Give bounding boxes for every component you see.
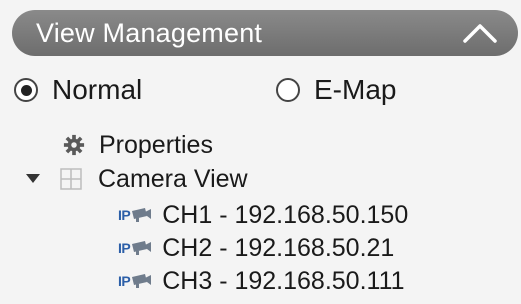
collapse-button[interactable] bbox=[460, 13, 500, 53]
radio-normal-label: Normal bbox=[52, 74, 143, 105]
camera-icon bbox=[132, 241, 152, 255]
triangle-down-icon[interactable] bbox=[26, 174, 40, 184]
radio-emap-indicator[interactable] bbox=[276, 78, 300, 102]
view-mode-selector: Normal E-Map bbox=[14, 70, 494, 110]
tree-item-channel-3[interactable]: IP CH3 - 192.168.50.111 bbox=[118, 264, 405, 298]
channel-label: CH1 - 192.168.50.150 bbox=[162, 200, 409, 229]
view-management-header[interactable]: View Management bbox=[12, 10, 518, 56]
channel-label: CH3 - 192.168.50.111 bbox=[162, 266, 405, 295]
tree-item-camera-view[interactable]: Camera View bbox=[26, 162, 248, 196]
radio-emap-label: E-Map bbox=[314, 74, 397, 105]
ip-camera-icon: IP bbox=[118, 273, 152, 289]
camera-view-label: Camera View bbox=[98, 164, 248, 193]
camera-icon bbox=[132, 208, 152, 222]
tree-item-properties[interactable]: Properties bbox=[63, 128, 213, 162]
ip-badge: IP bbox=[118, 273, 131, 289]
radio-selected-dot bbox=[20, 84, 32, 96]
tree-item-channel-2[interactable]: IP CH2 - 192.168.50.21 bbox=[118, 231, 394, 265]
properties-label: Properties bbox=[99, 130, 213, 159]
ip-camera-icon: IP bbox=[118, 240, 152, 256]
tree-item-channel-1[interactable]: IP CH1 - 192.168.50.150 bbox=[118, 198, 408, 232]
radio-normal-indicator[interactable] bbox=[14, 78, 38, 102]
radio-emap[interactable]: E-Map bbox=[276, 70, 396, 110]
ip-badge: IP bbox=[118, 240, 131, 256]
ip-badge: IP bbox=[118, 207, 131, 223]
gear-icon bbox=[63, 134, 85, 156]
camera-icon bbox=[132, 274, 152, 288]
radio-normal[interactable]: Normal bbox=[14, 70, 142, 110]
ip-camera-icon: IP bbox=[118, 207, 152, 223]
grid-icon bbox=[60, 168, 82, 190]
channel-label: CH2 - 192.168.50.21 bbox=[162, 233, 395, 262]
panel-title: View Management bbox=[36, 17, 263, 48]
chevron-up-icon bbox=[463, 24, 497, 43]
